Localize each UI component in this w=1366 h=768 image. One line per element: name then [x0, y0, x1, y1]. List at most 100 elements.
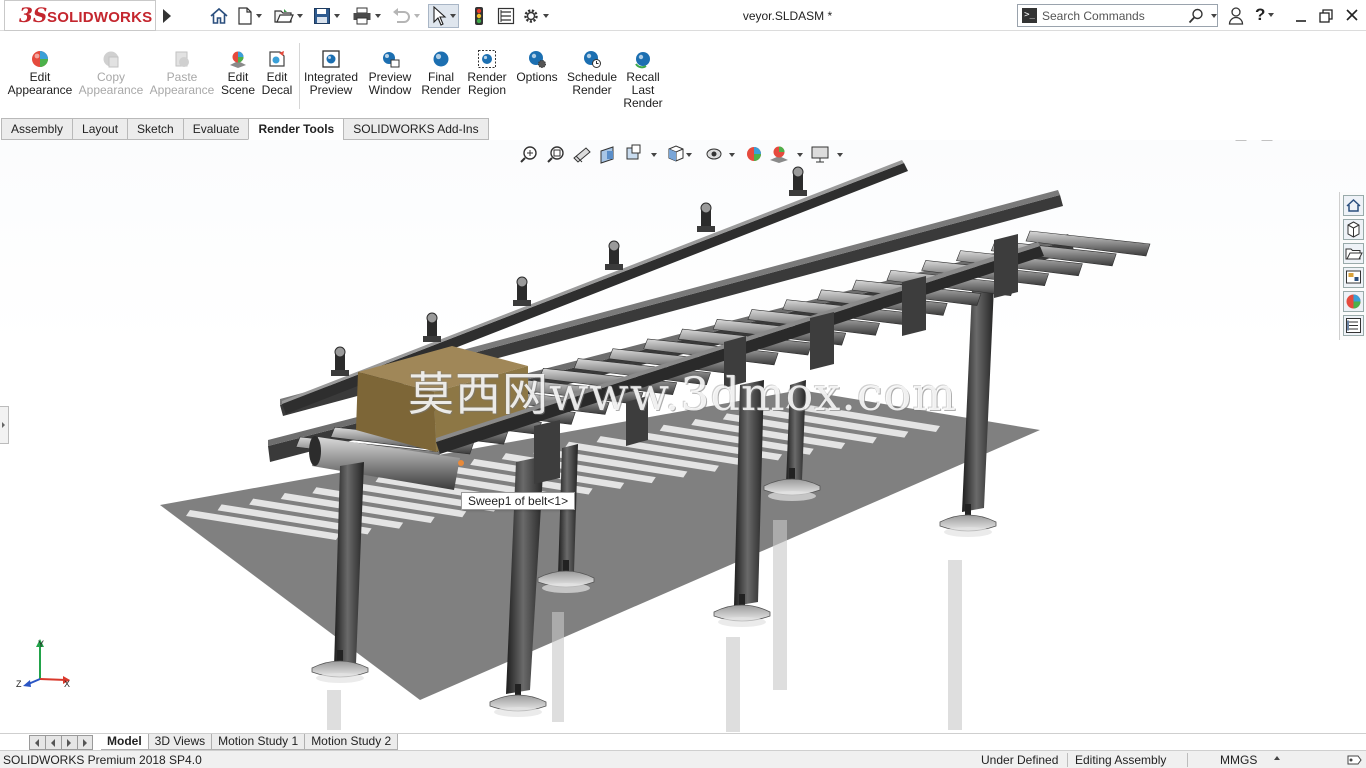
previous-view-icon[interactable] — [573, 147, 591, 163]
copy-appearance-label-2: Appearance — [78, 83, 144, 97]
edit-appearance-view-icon[interactable] — [747, 147, 761, 161]
editing-mode-status: Editing Assembly — [1075, 753, 1167, 767]
edit-scene-icon — [230, 51, 246, 68]
tab-motion-study-1[interactable]: Motion Study 1 — [212, 734, 306, 750]
search-commands-box[interactable]: >_ — [1017, 4, 1218, 27]
home-button[interactable] — [209, 6, 229, 26]
edit-decal-label-2: Decal — [261, 83, 293, 97]
design-library-icon[interactable] — [1343, 219, 1364, 240]
tab-motion-study-2[interactable]: Motion Study 2 — [305, 734, 399, 750]
model-tabs: Model 3D Views Motion Study 1 Motion Stu… — [101, 734, 399, 750]
search-commands-input[interactable] — [1042, 7, 1187, 25]
tab-solidworks-add-ins[interactable]: SOLIDWORKS Add-Ins — [343, 118, 489, 140]
appearances-scenes-decals-icon[interactable] — [1343, 291, 1364, 312]
select-tool-button[interactable] — [428, 4, 459, 28]
render-options-button[interactable]: Options — [513, 49, 561, 84]
menu-expand-arrow-icon[interactable] — [163, 9, 171, 23]
solidworks-logo-menu[interactable]: 3S SOLIDWORKS — [4, 0, 156, 31]
conveyor-assembly-model[interactable] — [0, 140, 1366, 733]
edit-scene-button[interactable]: Edit Scene — [220, 49, 256, 97]
custom-properties-icon[interactable] — [1343, 315, 1364, 336]
help-button[interactable]: ? — [1255, 5, 1275, 25]
view-orientation-icon[interactable] — [668, 145, 684, 162]
unit-system-dropdown-icon[interactable] — [1274, 756, 1280, 760]
final-render-label-2: Render — [421, 83, 461, 97]
document-title: veyor.SLDASM * — [742, 9, 833, 23]
scroll-last-tab-button[interactable] — [77, 735, 93, 750]
customize-status-bar-icon[interactable] — [1346, 753, 1362, 767]
minimize-window-icon[interactable] — [1294, 6, 1308, 26]
render-region-icon — [478, 50, 496, 68]
scroll-first-tab-button[interactable] — [29, 735, 45, 750]
undo-button[interactable] — [391, 6, 420, 26]
restore-window-icon[interactable] — [1318, 6, 1334, 26]
triad-z-label: Z — [16, 679, 22, 689]
model-tabs-bar: Model 3D Views Motion Study 1 Motion Stu… — [0, 733, 1366, 750]
document-window-controls — [1235, 140, 1273, 141]
edit-scene-label-2: Scene — [220, 83, 256, 97]
edit-decal-button[interactable]: Edit Decal — [260, 49, 294, 97]
solidworks-window: 3S SOLIDWORKS veyor.SLDASM * >_ Search C… — [0, 0, 1366, 768]
integrated-preview-button[interactable]: Integrated Preview — [302, 49, 360, 97]
render-region-label-1: Render — [467, 70, 507, 84]
recall-last-render-icon — [635, 52, 650, 69]
final-render-button[interactable]: Final Render — [420, 49, 462, 97]
file-properties-button[interactable] — [497, 6, 515, 26]
render-region-button[interactable]: Render Region — [466, 49, 508, 97]
ds-logo-mark: 3S — [19, 3, 48, 27]
copy-appearance-button[interactable]: Copy Appearance — [78, 49, 144, 97]
open-document-button[interactable] — [274, 6, 303, 26]
print-button[interactable] — [352, 6, 381, 26]
user-account-icon[interactable] — [1228, 6, 1244, 26]
scroll-next-tab-button[interactable] — [61, 735, 77, 750]
tab-3d-views[interactable]: 3D Views — [148, 734, 213, 750]
render-region-label-2: Region — [467, 83, 507, 97]
print-icon — [353, 7, 371, 25]
file-explorer-icon[interactable] — [1343, 243, 1364, 264]
recall-last-render-button[interactable]: Recall Last Render — [622, 49, 664, 110]
help-icon: ? — [1255, 5, 1266, 24]
display-style-icon[interactable] — [706, 148, 722, 160]
feature-manager-toggle-handle[interactable] — [0, 406, 9, 444]
unit-system-selector[interactable]: MMGS — [1220, 753, 1257, 767]
search-options-dropdown-icon[interactable] — [1211, 14, 1217, 18]
section-view-icon[interactable] — [600, 146, 614, 164]
options-gear-icon — [524, 9, 538, 23]
copy-appearance-icon — [103, 51, 119, 68]
dynamic-annotation-icon[interactable] — [626, 144, 641, 160]
tab-model[interactable]: Model — [101, 734, 149, 750]
apply-scene-icon[interactable] — [770, 146, 788, 164]
view-settings-icon[interactable] — [811, 146, 829, 163]
zoom-to-fit-icon[interactable] — [520, 146, 537, 163]
rebuild-button[interactable] — [473, 6, 485, 26]
save-icon — [314, 8, 330, 24]
solidworks-resources-home-icon[interactable] — [1343, 195, 1364, 216]
tab-scroll-buttons — [29, 735, 93, 750]
preview-window-icon — [383, 52, 400, 68]
home-icon — [210, 7, 228, 24]
tab-layout[interactable]: Layout — [72, 118, 128, 140]
scroll-previous-tab-button[interactable] — [45, 735, 61, 750]
schedule-render-button[interactable]: Schedule Render — [565, 49, 619, 97]
tab-evaluate[interactable]: Evaluate — [182, 118, 249, 140]
command-prompt-icon: >_ — [1022, 8, 1037, 23]
save-button[interactable] — [313, 6, 340, 26]
preview-window-button[interactable]: Preview Window — [364, 49, 416, 97]
close-window-icon[interactable] — [1345, 6, 1359, 26]
schedule-render-icon — [584, 51, 601, 68]
zoom-to-area-icon[interactable] — [547, 146, 564, 163]
new-document-button[interactable] — [237, 6, 262, 26]
paste-appearance-button[interactable]: Paste Appearance — [149, 49, 215, 97]
tab-sketch[interactable]: Sketch — [127, 118, 183, 140]
graphics-area[interactable]: 莫西网www.3dmox.com Sweep1 of belt<1> Y Z X — [0, 140, 1366, 733]
status-bar: SOLIDWORKS Premium 2018 SP4.0 Under Defi… — [0, 750, 1366, 768]
view-palette-icon[interactable] — [1343, 267, 1364, 288]
edit-appearance-button[interactable]: Edit Appearance — [6, 49, 74, 97]
new-document-icon — [238, 7, 252, 25]
search-icon[interactable] — [1188, 8, 1204, 24]
tab-assembly[interactable]: Assembly — [1, 118, 73, 140]
options-button[interactable] — [522, 6, 549, 26]
final-render-icon — [433, 51, 449, 67]
title-bar: 3S SOLIDWORKS veyor.SLDASM * >_ Search C… — [0, 0, 1366, 31]
tab-render-tools[interactable]: Render Tools — [248, 118, 344, 140]
